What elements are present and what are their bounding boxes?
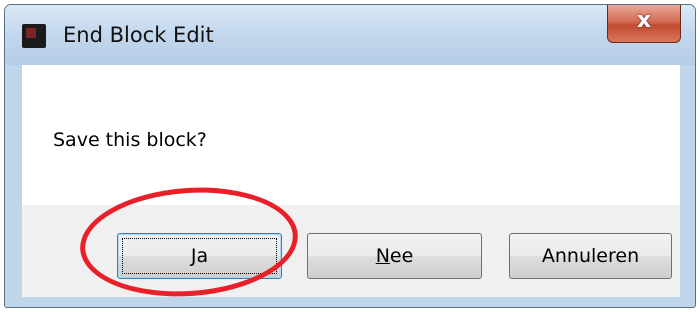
close-icon: x [636,8,652,33]
no-button[interactable]: Nee [307,233,482,279]
message-text: Save this block? [53,129,207,151]
block-editor-icon [22,24,46,48]
button-bar: Ja Nee Annuleren [22,205,680,297]
cancel-button-label: Annuleren [541,245,640,267]
close-button[interactable]: x [607,5,681,43]
window-title: End Block Edit [63,23,214,47]
dialog-window: End Block Edit x Save this block? Ja Nee… [4,4,696,308]
dialog-body: Save this block? Ja Nee Annuleren [22,65,680,297]
no-button-label: Nee [375,245,414,267]
yes-button[interactable]: Ja [117,233,282,279]
cancel-button[interactable]: Annuleren [509,233,672,279]
focus-ring [122,238,277,274]
title-bar[interactable]: End Block Edit x [5,5,695,65]
